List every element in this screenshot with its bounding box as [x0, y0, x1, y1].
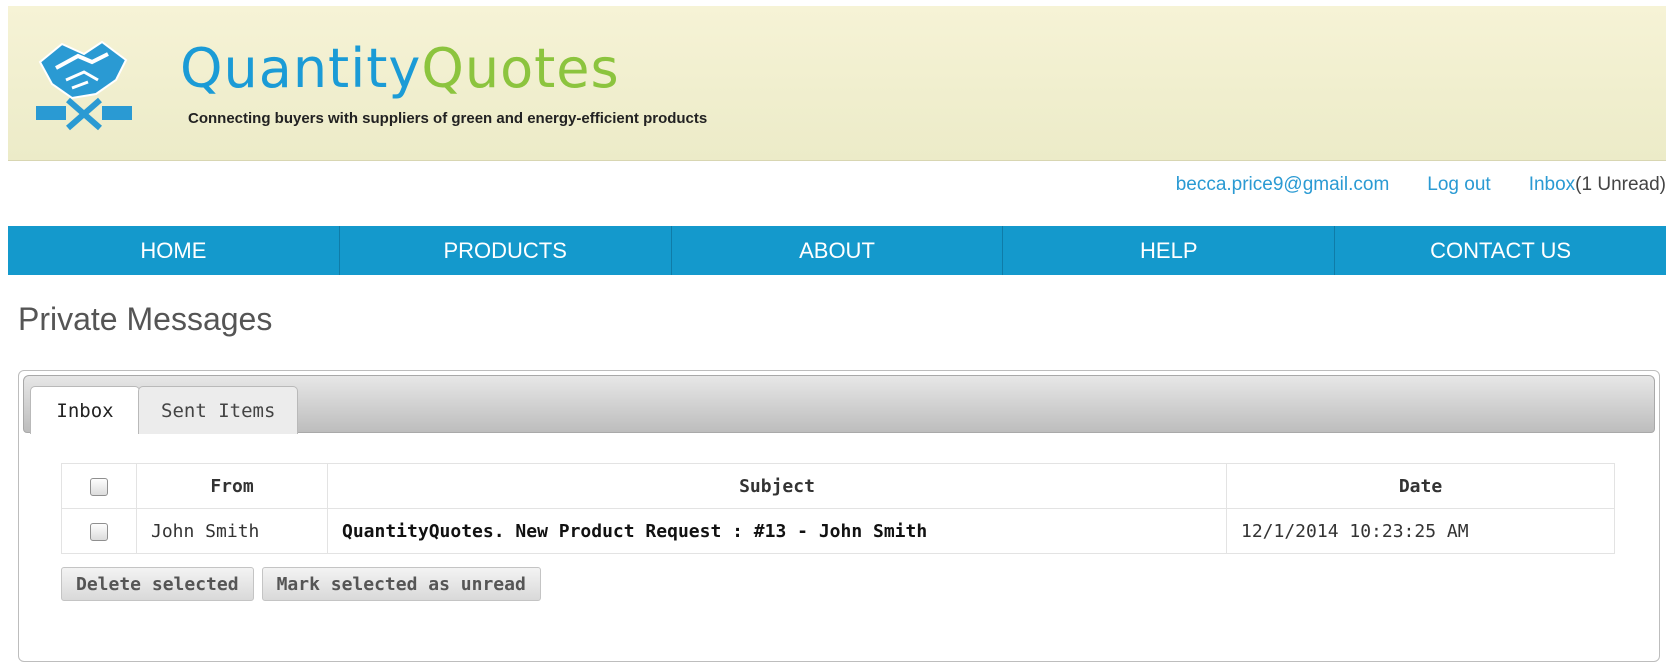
- logo-word-quotes: Quotes: [421, 37, 620, 100]
- table-header-row: From Subject Date: [61, 463, 1615, 509]
- tab-strip: Inbox Sent Items: [23, 375, 1655, 434]
- message-from[interactable]: John Smith: [136, 508, 328, 554]
- site-header: QuantityQuotes Connecting buyers with su…: [8, 6, 1666, 161]
- nav-products[interactable]: PRODUCTS: [340, 226, 672, 275]
- unread-count: (1 Unread): [1575, 174, 1666, 195]
- logout-link[interactable]: Log out: [1427, 174, 1490, 196]
- site-logo[interactable]: QuantityQuotes: [180, 38, 620, 100]
- header-from[interactable]: From: [136, 463, 328, 509]
- header-date[interactable]: Date: [1226, 463, 1615, 509]
- user-email-link[interactable]: becca.price9@gmail.com: [1176, 174, 1390, 196]
- nav-help[interactable]: HELP: [1003, 226, 1336, 275]
- inbox-status: Inbox(1 Unread): [1529, 174, 1666, 196]
- page-title: Private Messages: [18, 301, 273, 337]
- message-subject[interactable]: QuantityQuotes. New Product Request : #1…: [327, 508, 1227, 554]
- handshake-icon[interactable]: [32, 28, 136, 138]
- select-all-cell: [61, 463, 137, 509]
- user-bar: becca.price9@gmail.com Log out Inbox(1 U…: [1176, 174, 1666, 196]
- row-checkbox[interactable]: [90, 522, 108, 541]
- main-nav: HOME PRODUCTS ABOUT HELP CONTACT US: [8, 226, 1666, 275]
- message-date: 12/1/2014 10:23:25 AM: [1226, 508, 1615, 554]
- select-all-checkbox[interactable]: [90, 477, 108, 496]
- row-check-cell: [61, 508, 137, 554]
- tab-sent-items[interactable]: Sent Items: [138, 386, 299, 434]
- messages-table: From Subject Date John Smith QuantityQuo…: [61, 463, 1615, 554]
- tab-inbox[interactable]: Inbox: [30, 386, 140, 434]
- nav-about[interactable]: ABOUT: [672, 226, 1004, 275]
- site-tagline: Connecting buyers with suppliers of gree…: [188, 110, 708, 127]
- mark-unread-button[interactable]: Mark selected as unread: [261, 567, 541, 601]
- message-actions: Delete selected Mark selected as unread: [61, 567, 541, 601]
- header-subject[interactable]: Subject: [327, 463, 1227, 509]
- nav-contact-us[interactable]: CONTACT US: [1335, 226, 1666, 275]
- delete-selected-button[interactable]: Delete selected: [61, 567, 254, 601]
- inbox-link[interactable]: Inbox: [1529, 174, 1575, 195]
- table-row[interactable]: John Smith QuantityQuotes. New Product R…: [61, 508, 1615, 554]
- logo-word-quantity: Quantity: [180, 37, 422, 100]
- messages-panel: Inbox Sent Items From Subject Date John …: [18, 370, 1660, 662]
- nav-home[interactable]: HOME: [8, 226, 340, 275]
